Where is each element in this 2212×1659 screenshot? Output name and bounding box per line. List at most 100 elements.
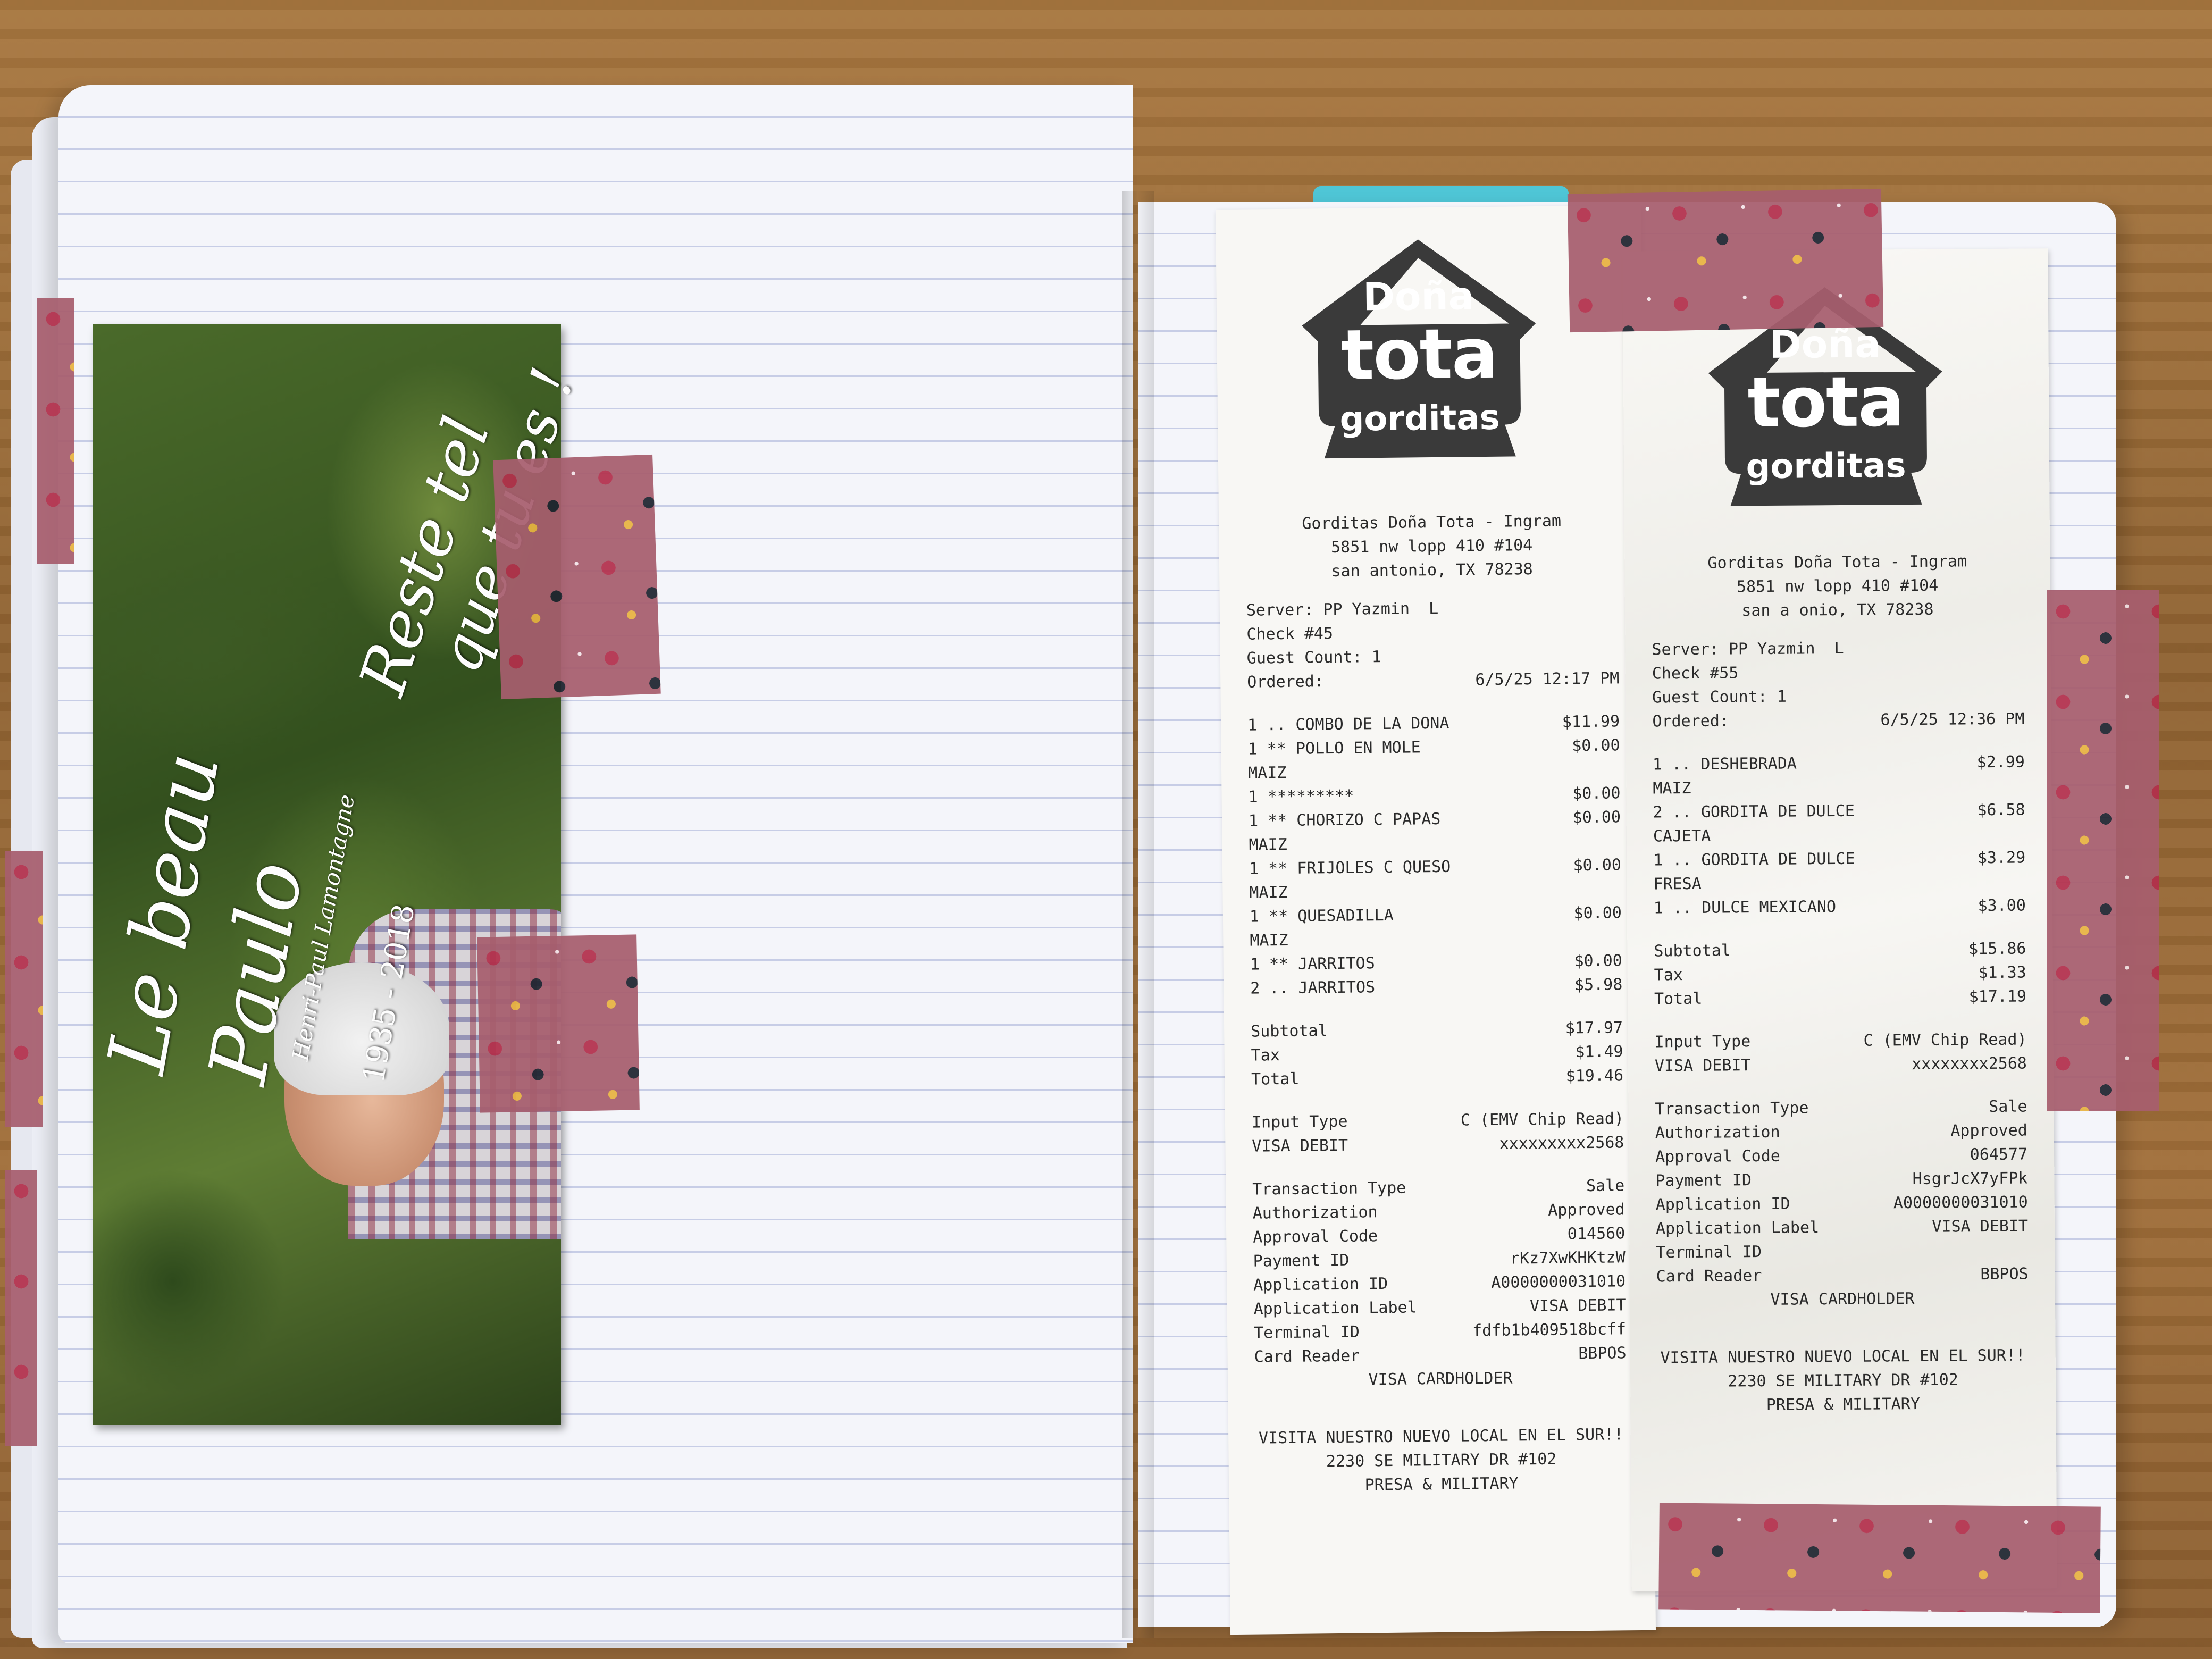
washi-tape — [37, 298, 74, 564]
receipt-item-label: 1 ** JARRITOS — [1250, 954, 1375, 974]
receipt-item-label: CAJETA — [1653, 826, 1711, 846]
washi-tape — [1658, 1503, 2101, 1613]
server-label: Server: PP Yazmin L — [1246, 599, 1439, 620]
receipt-item-label: 1 .. GORDITA DE DULCE — [1653, 849, 1855, 870]
total-value: $15.86 — [1968, 939, 2026, 959]
receipt-item-label: MAIZ — [1247, 763, 1287, 783]
transaction-value: fdfb1b409518bcff — [1472, 1320, 1627, 1340]
transaction-label: Approval Code — [1655, 1146, 1781, 1167]
transaction-value: BBPOS — [1578, 1344, 1627, 1363]
receipt-item-price: $6.58 — [1977, 800, 2025, 820]
receipt-item-price: $0.00 — [1573, 903, 1622, 923]
payment-value: xxxxxxxxx2568 — [1499, 1133, 1624, 1153]
transaction-value: Approved — [1950, 1121, 2027, 1141]
receipt-item-price: $2.99 — [1976, 752, 2025, 772]
transaction-label: Terminal ID — [1656, 1243, 1762, 1262]
payment-label: Input Type — [1654, 1032, 1751, 1052]
receipt-check-45: Doña tota gorditas Gorditas Doña Tota - … — [1215, 205, 1656, 1635]
total-label: Subtotal — [1250, 1021, 1328, 1041]
receipt-footer-line: PRESA & MILITARY — [1766, 1394, 1920, 1414]
receipt-item-label: 1 ** QUESADILLA — [1249, 906, 1394, 926]
receipt-item-label: 2 .. JARRITOS — [1250, 978, 1376, 998]
receipt-item-price: $5.98 — [1574, 975, 1623, 995]
receipt-item-label: 1 .. COMBO DE LA DONA — [1247, 714, 1449, 735]
total-value: $19.46 — [1565, 1066, 1624, 1086]
receipt-item-label: 1 ** CHORIZO C PAPAS — [1248, 809, 1441, 831]
receipt-item-price: $0.00 — [1572, 808, 1621, 827]
receipt-header-line: san a onio, TX 78238 — [1741, 600, 1934, 621]
receipt-item-label: 1 .. DULCE MEXICANO — [1653, 898, 1837, 918]
notebook-spine — [1122, 191, 1154, 1638]
receipt-item-price: $0.00 — [1572, 784, 1621, 803]
transaction-value: 014560 — [1567, 1224, 1626, 1244]
logo-tota-text: tota — [1747, 361, 1904, 443]
receipt-header-line: Gorditas Doña Tota - Ingram — [1302, 512, 1562, 533]
receipt-item-label: FRESA — [1653, 874, 1702, 894]
receipt-item-label: MAIZ — [1249, 835, 1287, 854]
total-value: $1.49 — [1575, 1042, 1623, 1062]
transaction-value: BBPOS — [1980, 1264, 2029, 1284]
receipt-check-55: Doña tota gorditas Gorditas Doña Tota - … — [1622, 248, 2057, 1591]
total-label: Total — [1654, 989, 1703, 1009]
transaction-label: Transaction Type — [1655, 1099, 1809, 1119]
transaction-value: 064577 — [1970, 1145, 2028, 1164]
receipt-item-price: $0.00 — [1573, 856, 1622, 875]
receipt-header-line: 5851 nw lopp 410 #104 — [1736, 576, 1939, 597]
guest-count: Guest Count: 1 — [1652, 687, 1787, 707]
washi-tape — [5, 851, 43, 1127]
transaction-label: Application ID — [1655, 1194, 1790, 1214]
ordered-datetime: 6/5/25 12:17 PM — [1475, 669, 1620, 690]
washi-tape — [2047, 590, 2159, 1111]
receipt-item-price: $3.00 — [1978, 896, 2026, 916]
receipt-item-price: $0.00 — [1572, 736, 1620, 756]
receipt-item-price: $0.00 — [1574, 951, 1623, 971]
total-label: Tax — [1251, 1046, 1280, 1065]
ordered-label: Ordered: — [1652, 711, 1730, 731]
payment-value: C (EMV Chip Read) — [1863, 1030, 2027, 1050]
receipt-footer-line: 2230 SE MILITARY DR #102 — [1326, 1449, 1557, 1471]
transaction-label: Approval Code — [1253, 1227, 1378, 1247]
total-label: Subtotal — [1654, 941, 1731, 961]
transaction-value: VISA DEBIT — [1529, 1296, 1626, 1316]
transaction-label: Authorization — [1655, 1122, 1780, 1143]
receipt-item-label: 1 ** POLLO EN MOLE — [1247, 738, 1421, 759]
receipt-item-price: $11.99 — [1562, 712, 1620, 732]
total-value: $17.97 — [1565, 1018, 1623, 1038]
transaction-value: Sale — [1586, 1176, 1625, 1196]
transaction-label: Payment ID — [1253, 1251, 1350, 1271]
receipt-item-price: $3.29 — [1977, 848, 2026, 868]
transaction-value: Approved — [1548, 1200, 1625, 1220]
total-value: $17.19 — [1968, 987, 2027, 1007]
guest-count: Guest Count: 1 — [1246, 648, 1381, 668]
logo-tota-text: tota — [1340, 313, 1498, 396]
transaction-label: Authorization — [1252, 1203, 1378, 1223]
receipt-item-label: 2 .. GORDITA DE DULCE — [1653, 801, 1855, 822]
check-number: Check #55 — [1652, 664, 1739, 683]
receipt-footer-line: VISITA NUESTRO NUEVO LOCAL EN EL SUR!! — [1660, 1346, 2026, 1368]
check-number: Check #45 — [1246, 624, 1334, 644]
receipt-item-label: 1 .. DESHEBRADA — [1652, 754, 1797, 774]
transaction-value: Sale — [1989, 1097, 2027, 1117]
ordered-datetime: 6/5/25 12:36 PM — [1880, 709, 2025, 730]
washi-tape — [477, 934, 640, 1113]
transaction-label: Transaction Type — [1252, 1178, 1406, 1199]
receipt-item-label: 1 ********* — [1248, 786, 1354, 807]
logo-gorditas-text: gorditas — [1746, 446, 1906, 487]
dona-tota-logo: Doña tota gorditas — [1296, 233, 1543, 464]
receipt-item-label: 1 ** FRIJOLES C QUESO — [1249, 857, 1451, 878]
payment-label: VISA DEBIT — [1252, 1136, 1348, 1156]
receipt-item-label: MAIZ — [1653, 778, 1691, 798]
transaction-label: Terminal ID — [1253, 1322, 1360, 1343]
washi-tape — [1567, 188, 1884, 333]
transaction-value: HsgrJcX7yFPk — [1912, 1169, 2028, 1189]
transaction-label: Application Label — [1655, 1218, 1820, 1238]
logo-gorditas-text: gorditas — [1339, 398, 1500, 439]
washi-tape — [5, 1170, 37, 1446]
server-label: Server: PP Yazmin L — [1652, 639, 1844, 659]
total-label: Tax — [1654, 966, 1683, 985]
total-label: Total — [1251, 1069, 1300, 1089]
receipt-header-line: 5851 nw lopp 410 #104 — [1330, 536, 1533, 557]
transaction-value: A0000000031010 — [1893, 1193, 2028, 1213]
transaction-value: A0000000031010 — [1491, 1272, 1626, 1292]
transaction-label: Card Reader — [1254, 1346, 1360, 1367]
